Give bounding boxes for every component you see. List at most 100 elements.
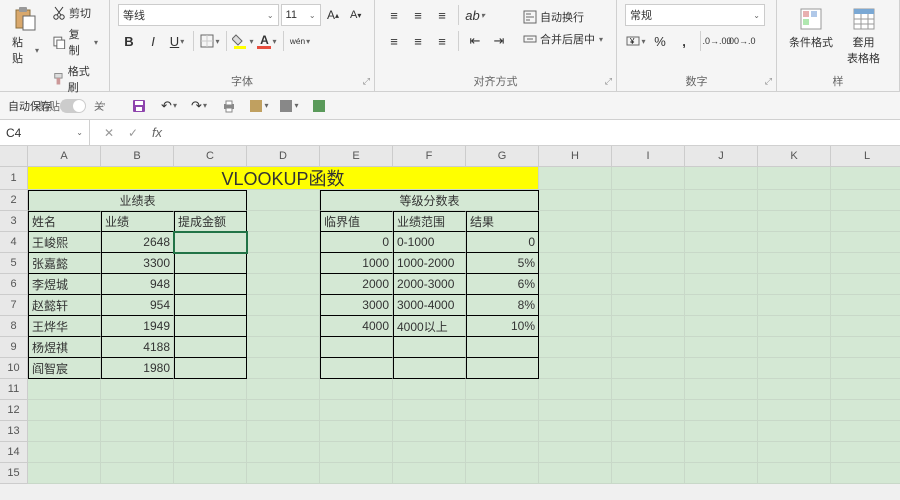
cell[interactable] (393, 400, 466, 421)
clipboard-dialog-icon[interactable]: ⤢ (98, 101, 105, 112)
redo-icon[interactable]: ↷▾ (188, 95, 210, 117)
cell[interactable] (174, 316, 247, 337)
bold-button[interactable]: B (118, 30, 140, 52)
cell[interactable] (612, 379, 685, 400)
cell[interactable]: 结果 (466, 211, 539, 232)
cell[interactable] (612, 400, 685, 421)
cell[interactable] (247, 358, 320, 379)
cell[interactable] (393, 337, 466, 358)
col-header[interactable]: A (28, 146, 101, 167)
indent-increase-button[interactable]: ⇥ (488, 30, 510, 52)
cell[interactable] (831, 232, 900, 253)
cell[interactable]: VLOOKUP函数 (28, 167, 539, 190)
cell[interactable]: 0-1000 (393, 232, 466, 253)
cell[interactable] (320, 379, 393, 400)
cell[interactable] (612, 421, 685, 442)
cell[interactable]: 3000-4000 (393, 295, 466, 316)
cell[interactable] (539, 379, 612, 400)
cell[interactable] (831, 190, 900, 211)
cell[interactable] (247, 400, 320, 421)
cell[interactable]: 2648 (101, 232, 174, 253)
row-header[interactable]: 11 (0, 379, 28, 400)
cut-button[interactable]: 剪切 (49, 4, 101, 22)
font-size-select[interactable]: 11⌄ (281, 4, 321, 26)
qat-btn-3[interactable] (308, 95, 330, 117)
accounting-format-button[interactable]: ¥▾ (625, 30, 647, 52)
cell[interactable]: 954 (101, 295, 174, 316)
cell[interactable]: 等级分数表 (320, 190, 539, 211)
cell[interactable] (831, 358, 900, 379)
cell[interactable]: 临界值 (320, 211, 393, 232)
row-header[interactable]: 7 (0, 295, 28, 316)
cell[interactable] (685, 358, 758, 379)
fx-icon[interactable]: fx (146, 122, 168, 144)
indent-decrease-button[interactable]: ⇤ (464, 30, 486, 52)
cell[interactable] (685, 274, 758, 295)
cell[interactable] (831, 421, 900, 442)
cell[interactable]: 0 (320, 232, 393, 253)
formula-input[interactable] (176, 120, 900, 145)
border-button[interactable]: ▾ (199, 30, 221, 52)
cell[interactable]: 王峻熙 (28, 232, 101, 253)
cell[interactable] (539, 442, 612, 463)
decrease-decimal-button[interactable]: .00→.0 (730, 30, 752, 52)
row-header[interactable]: 6 (0, 274, 28, 295)
cell[interactable] (174, 232, 247, 253)
cell[interactable] (247, 379, 320, 400)
select-all-corner[interactable] (0, 146, 28, 167)
cell[interactable] (685, 211, 758, 232)
cell[interactable] (539, 167, 612, 190)
cell[interactable] (320, 421, 393, 442)
cell[interactable] (539, 400, 612, 421)
cell[interactable] (174, 442, 247, 463)
cell[interactable] (320, 463, 393, 484)
cell[interactable] (174, 463, 247, 484)
increase-decimal-button[interactable]: .0→.00 (706, 30, 728, 52)
row-header[interactable]: 10 (0, 358, 28, 379)
cell[interactable] (539, 190, 612, 211)
cell[interactable] (612, 253, 685, 274)
cell[interactable]: 王烨华 (28, 316, 101, 337)
align-bottom-button[interactable]: ≡ (431, 4, 453, 26)
col-header[interactable]: E (320, 146, 393, 167)
cell[interactable] (320, 358, 393, 379)
qat-btn-1[interactable]: ▾ (248, 95, 270, 117)
cell[interactable]: 阎智宸 (28, 358, 101, 379)
cell[interactable] (539, 274, 612, 295)
cell[interactable] (758, 167, 831, 190)
cell[interactable] (758, 442, 831, 463)
col-header[interactable]: J (685, 146, 758, 167)
align-right-button[interactable]: ≡ (431, 30, 453, 52)
cell[interactable]: 8% (466, 295, 539, 316)
cell[interactable]: 4188 (101, 337, 174, 358)
merge-center-button[interactable]: 合并后居中▾ (520, 30, 606, 48)
cell[interactable] (320, 337, 393, 358)
cell[interactable] (758, 232, 831, 253)
cell[interactable] (247, 253, 320, 274)
cell[interactable] (174, 358, 247, 379)
cell[interactable] (685, 379, 758, 400)
cell[interactable] (612, 358, 685, 379)
cell[interactable] (831, 167, 900, 190)
row-header[interactable]: 9 (0, 337, 28, 358)
col-header[interactable]: L (831, 146, 900, 167)
cell[interactable] (393, 421, 466, 442)
cell[interactable] (831, 316, 900, 337)
cell[interactable]: 948 (101, 274, 174, 295)
align-middle-button[interactable]: ≡ (407, 4, 429, 26)
row-header[interactable]: 1 (0, 167, 28, 190)
cell[interactable] (466, 463, 539, 484)
cell[interactable] (247, 295, 320, 316)
cell[interactable] (247, 442, 320, 463)
cell[interactable] (758, 316, 831, 337)
row-header[interactable]: 5 (0, 253, 28, 274)
underline-button[interactable]: U▾ (166, 30, 188, 52)
percent-button[interactable]: % (649, 30, 671, 52)
cell[interactable] (612, 463, 685, 484)
cell[interactable] (685, 463, 758, 484)
copy-button[interactable]: 复制▾ (49, 25, 101, 59)
number-format-select[interactable]: 常规⌄ (625, 4, 765, 26)
cell[interactable] (831, 295, 900, 316)
cell[interactable] (758, 358, 831, 379)
align-top-button[interactable]: ≡ (383, 4, 405, 26)
